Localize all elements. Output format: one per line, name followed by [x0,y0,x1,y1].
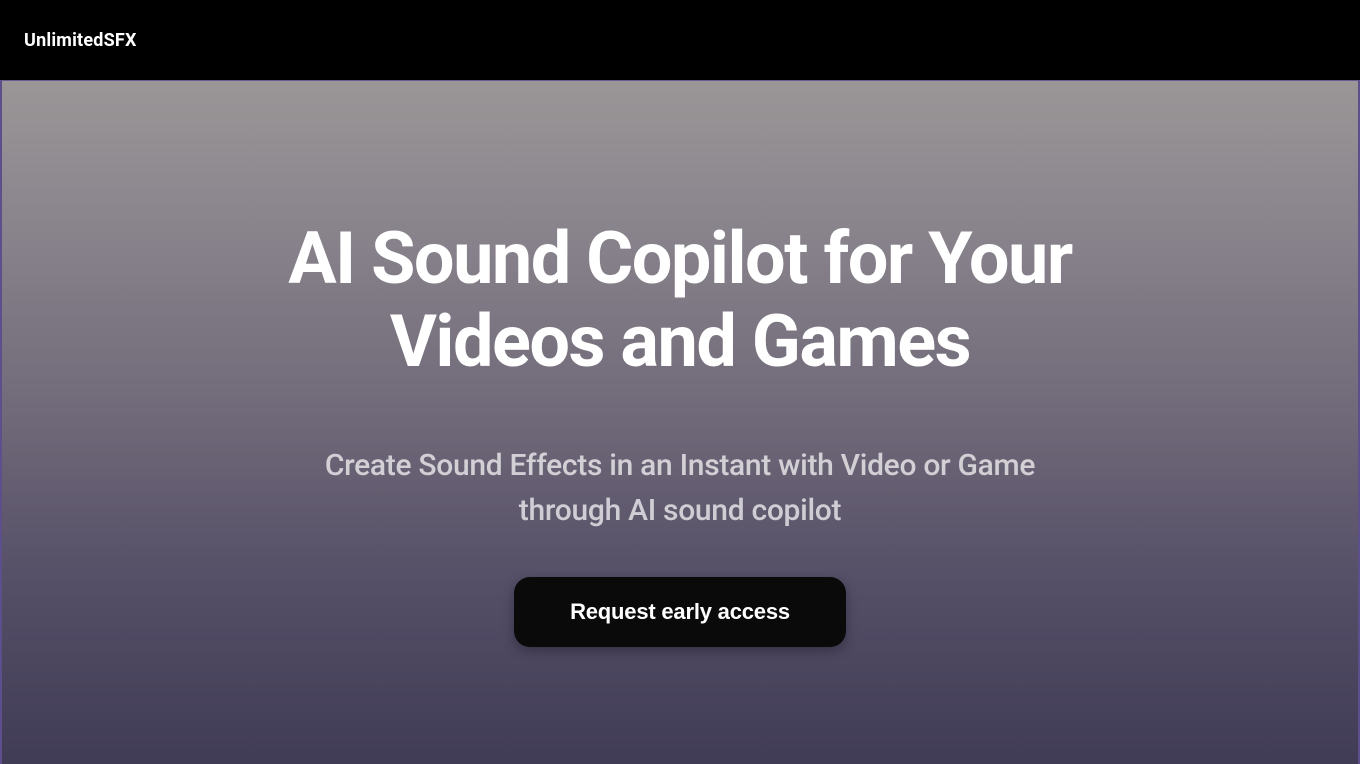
site-header: UnlimitedSFX [0,0,1360,80]
request-early-access-button[interactable]: Request early access [514,577,846,647]
hero-subtitle: Create Sound Effects in an Instant with … [300,443,1060,533]
hero-section: AI Sound Copilot for Your Videos and Gam… [0,80,1360,764]
hero-title: AI Sound Copilot for Your Videos and Gam… [230,218,1130,384]
site-logo[interactable]: UnlimitedSFX [24,30,137,51]
